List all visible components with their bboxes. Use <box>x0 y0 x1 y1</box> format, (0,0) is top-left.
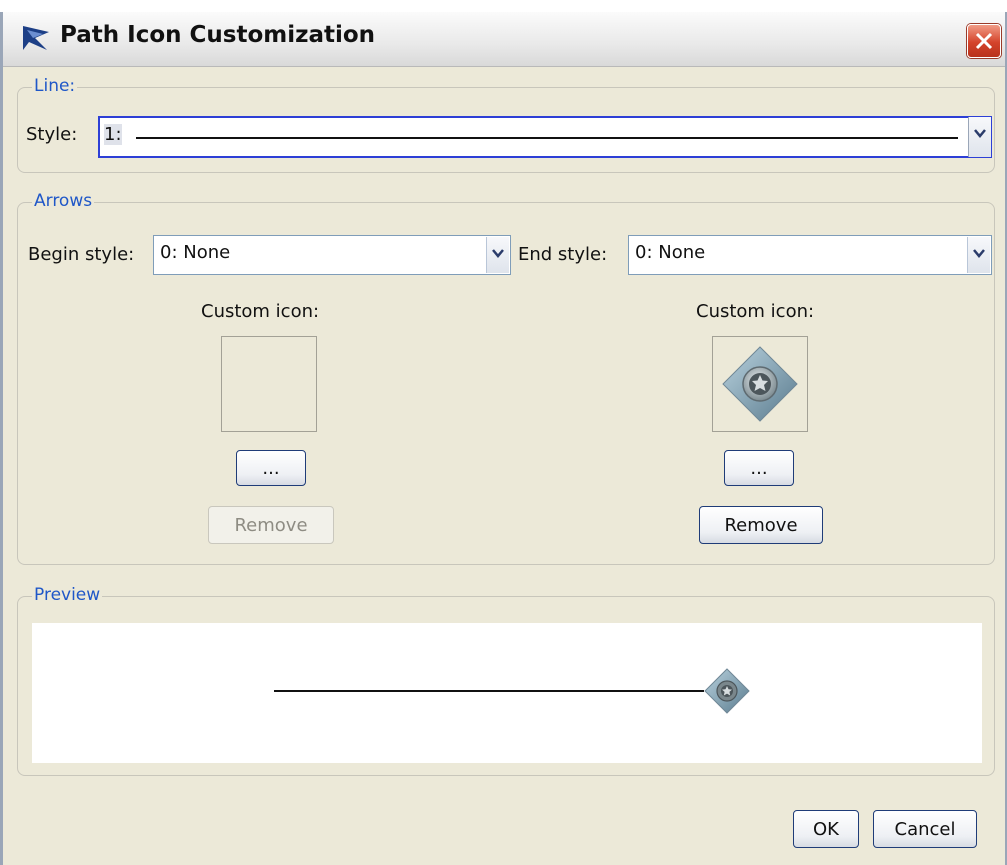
end-style-value: 0: None <box>635 242 706 263</box>
line-style-swatch <box>136 137 958 139</box>
chevron-down-icon <box>973 249 985 258</box>
begin-custom-icon-well <box>221 336 317 432</box>
arrows-group: Arrows Begin style: 0: None End style: 0… <box>17 191 995 565</box>
line-style-combo[interactable]: 1: <box>98 116 992 158</box>
end-style-dropdown-arrow[interactable] <box>967 237 990 273</box>
preview-end-icon <box>704 668 750 714</box>
begin-browse-button[interactable]: ... <box>236 450 306 486</box>
style-label: Style: <box>26 124 78 145</box>
begin-remove-button[interactable]: Remove <box>208 506 334 544</box>
end-browse-button[interactable]: ... <box>724 450 794 486</box>
line-style-dropdown-arrow[interactable] <box>968 117 991 157</box>
close-button[interactable] <box>967 24 1001 58</box>
line-group: Line: Style: 1: <box>17 76 995 173</box>
line-legend: Line: <box>32 76 78 96</box>
begin-style-combo[interactable]: 0: None <box>153 235 511 275</box>
path-icon-customization-dialog: Path Icon Customization Line: Style: 1: … <box>0 12 1007 865</box>
cancel-button[interactable]: Cancel <box>873 810 977 848</box>
close-icon <box>975 32 993 50</box>
begin-style-dropdown-arrow[interactable] <box>486 237 509 273</box>
begin-custom-icon-label: Custom icon: <box>201 301 320 322</box>
end-custom-icon-well <box>712 336 808 432</box>
end-remove-button[interactable]: Remove <box>699 506 823 544</box>
end-custom-icon-label: Custom icon: <box>696 301 815 322</box>
begin-style-label: Begin style: <box>28 244 135 265</box>
arrows-legend: Arrows <box>32 191 95 211</box>
ok-button[interactable]: OK <box>793 810 859 848</box>
app-icon <box>21 24 51 52</box>
preview-group: Preview <box>17 585 995 776</box>
end-style-combo[interactable]: 0: None <box>628 235 992 275</box>
chevron-down-icon <box>974 129 986 138</box>
background-window-strip <box>0 0 1007 12</box>
line-style-index: 1: <box>104 124 122 145</box>
chevron-down-icon <box>492 249 504 258</box>
end-style-label: End style: <box>518 244 608 265</box>
begin-style-value: 0: None <box>160 242 231 263</box>
star-diamond-icon <box>722 346 798 422</box>
window-title: Path Icon Customization <box>60 22 376 48</box>
preview-path <box>274 668 750 714</box>
preview-legend: Preview <box>32 585 103 605</box>
title-bar[interactable]: Path Icon Customization <box>3 12 1005 67</box>
preview-canvas <box>32 623 982 763</box>
